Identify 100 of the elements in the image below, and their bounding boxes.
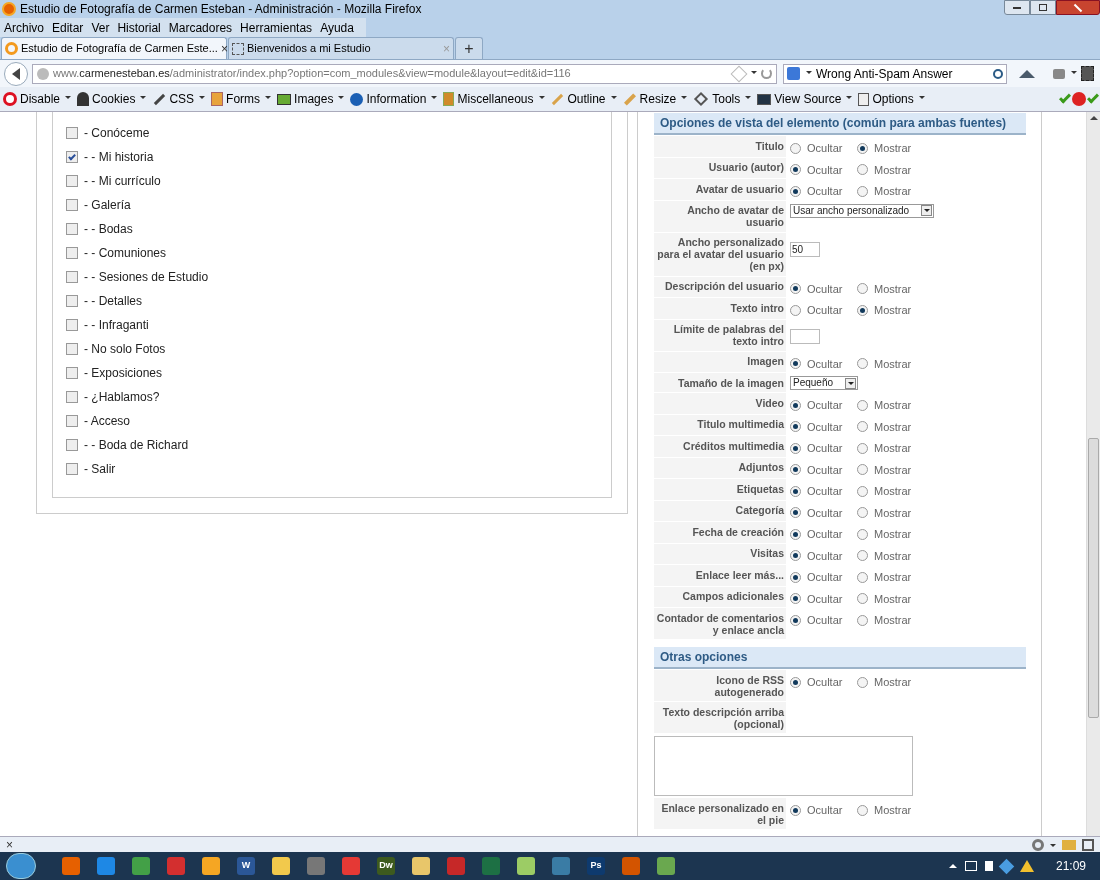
minimize-icon[interactable]	[1004, 0, 1030, 15]
radio-button[interactable]	[857, 528, 868, 540]
radio-button[interactable]	[857, 464, 868, 476]
radio-button[interactable]	[857, 399, 868, 411]
close-icon[interactable]	[1056, 0, 1100, 15]
menu-item[interactable]: Historial	[113, 18, 165, 37]
toolbar-menu[interactable]: Information	[350, 90, 438, 108]
checkbox[interactable]	[66, 439, 78, 451]
menu-item[interactable]: Marcadores	[164, 18, 237, 37]
checkbox[interactable]	[66, 223, 78, 235]
taskbar-app-icon[interactable]	[272, 857, 290, 875]
scroll-up-icon[interactable]	[1089, 116, 1098, 120]
taskbar-app-icon[interactable]	[342, 857, 360, 875]
radio-button[interactable]	[790, 464, 801, 476]
address-bar[interactable]: www.carmenesteban.es/administrator/index.php?option=com_modules&view=module&layout=edit&id=116	[32, 63, 777, 84]
radio-button[interactable]	[790, 164, 801, 176]
input-field[interactable]	[790, 328, 820, 344]
toolbar-menu[interactable]: Miscellaneous	[443, 90, 545, 108]
radio-button[interactable]	[790, 676, 801, 688]
checkbox[interactable]	[66, 199, 78, 211]
radio-button[interactable]	[790, 442, 801, 454]
toolbar-menu[interactable]: CSS	[152, 90, 206, 108]
radio-button[interactable]	[790, 571, 801, 583]
taskbar-app-icon[interactable]	[517, 857, 535, 875]
toolbar-menu[interactable]: Options	[858, 90, 925, 108]
toolbar-menu[interactable]: Cookies	[77, 90, 147, 108]
checkbox[interactable]	[66, 319, 78, 331]
radio-button[interactable]	[857, 442, 868, 454]
toolbar-menu[interactable]: Outline	[550, 90, 617, 108]
radio-button[interactable]	[790, 528, 801, 540]
scrollbar[interactable]	[1086, 112, 1100, 836]
browser-tab[interactable]: Estudio de Fotografía de Carmen Este... ×	[1, 37, 227, 59]
radio-button[interactable]	[857, 185, 868, 197]
close-icon[interactable]: ×	[6, 835, 13, 854]
radio-button[interactable]	[790, 550, 801, 562]
browser-tab[interactable]: Bienvenidos a mi Estudio ×	[228, 37, 454, 59]
radio-button[interactable]	[857, 421, 868, 433]
menu-item[interactable]: Archivo	[0, 18, 48, 37]
close-icon[interactable]: ×	[220, 39, 228, 58]
radio-button[interactable]	[857, 485, 868, 497]
radio-button[interactable]	[857, 593, 868, 605]
checkbox[interactable]	[66, 343, 78, 355]
radio-button[interactable]	[790, 593, 801, 605]
radio-button[interactable]	[857, 676, 868, 688]
taskbar-app-icon[interactable]	[97, 857, 115, 875]
tray-arrow-icon[interactable]	[948, 864, 957, 868]
checkbox[interactable]	[66, 391, 78, 403]
taskbar-app-icon[interactable]	[447, 857, 465, 875]
checkbox[interactable]	[66, 295, 78, 307]
new-tab-button[interactable]: +	[455, 37, 483, 59]
checkbox[interactable]	[66, 151, 78, 163]
toolbar-menu[interactable]: Resize	[622, 90, 688, 108]
radio-button[interactable]	[857, 804, 868, 816]
taskbar-app-icon[interactable]	[307, 857, 325, 875]
menu-item[interactable]: Editar	[48, 18, 88, 37]
radio-button[interactable]	[857, 283, 868, 295]
taskbar-app-icon[interactable]: Dw	[377, 857, 395, 875]
toolbar-menu[interactable]: Forms	[211, 90, 272, 108]
checkbox[interactable]	[66, 247, 78, 259]
back-button[interactable]	[4, 61, 28, 86]
checkbox[interactable]	[66, 463, 78, 475]
taskbar-app-icon[interactable]	[412, 857, 430, 875]
taskbar-app-icon[interactable]: W	[237, 857, 255, 875]
taskbar-app-icon[interactable]	[167, 857, 185, 875]
text-area[interactable]	[654, 736, 913, 796]
checkbox[interactable]	[66, 415, 78, 427]
taskbar-app-icon[interactable]	[202, 857, 220, 875]
radio-button[interactable]	[790, 185, 801, 197]
taskbar-app-icon[interactable]	[132, 857, 150, 875]
checkbox[interactable]	[66, 127, 78, 139]
radio-button[interactable]	[790, 507, 801, 519]
radio-button[interactable]	[857, 614, 868, 626]
radio-button[interactable]	[857, 142, 868, 154]
restore-icon[interactable]	[1030, 0, 1056, 15]
start-button[interactable]	[6, 853, 36, 879]
input-field[interactable]: 50	[790, 241, 820, 257]
radio-button[interactable]	[857, 304, 868, 316]
taskbar-app-icon[interactable]	[552, 857, 570, 875]
checkbox[interactable]	[66, 367, 78, 379]
checkbox[interactable]	[66, 271, 78, 283]
taskbar-app-icon[interactable]: Ps	[587, 857, 605, 875]
reload-icon[interactable]	[761, 68, 772, 79]
radio-button[interactable]	[857, 550, 868, 562]
toolbar-menu[interactable]: Tools	[693, 90, 752, 108]
taskbar-app-icon[interactable]	[622, 857, 640, 875]
search-icon[interactable]	[993, 68, 1003, 79]
radio-button[interactable]	[790, 421, 801, 433]
radio-button[interactable]	[857, 571, 868, 583]
search-field[interactable]: Wrong Anti-Spam Answer	[783, 63, 1007, 84]
radio-button[interactable]	[790, 614, 801, 626]
dropdown-select[interactable]: Usar ancho personalizado	[790, 203, 935, 218]
menu-item[interactable]: Herramientas	[236, 18, 317, 37]
radio-button[interactable]	[790, 358, 801, 370]
radio-button[interactable]	[857, 164, 868, 176]
radio-button[interactable]	[790, 485, 801, 497]
radio-button[interactable]	[790, 804, 801, 816]
taskbar-app-icon[interactable]	[62, 857, 80, 875]
radio-button[interactable]	[857, 507, 868, 519]
radio-button[interactable]	[790, 142, 801, 154]
radio-button[interactable]	[857, 358, 868, 370]
